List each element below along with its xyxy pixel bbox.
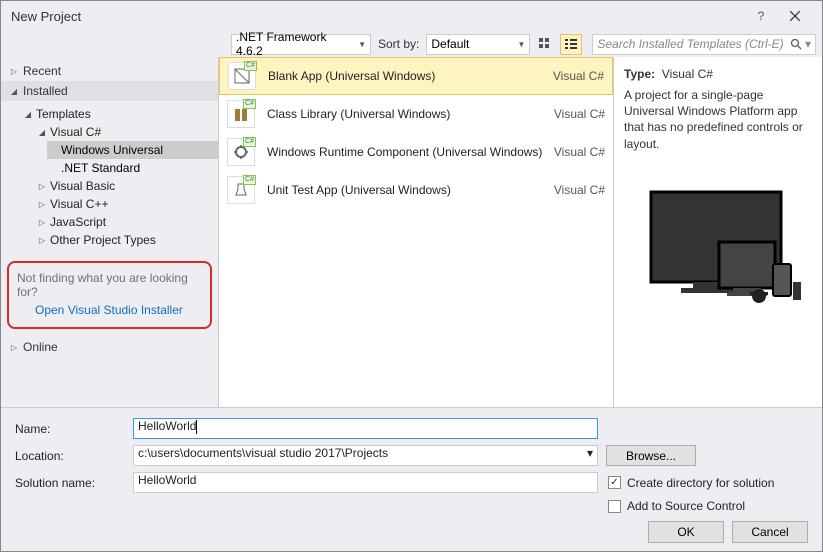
framework-value: .NET Framework 4.6.2 <box>236 30 354 58</box>
chevron-right-icon: ▷ <box>37 235 47 245</box>
checkbox-icon: ✓ <box>608 476 621 489</box>
type-line: Type: Visual C# <box>624 67 812 81</box>
solution-name-label: Solution name: <box>15 476 133 490</box>
bottom-panel: Name: HelloWorld Location: c:\users\docu… <box>1 407 822 551</box>
section-installed[interactable]: ◢ Installed <box>1 81 218 101</box>
tree-vb[interactable]: ▷Visual Basic <box>33 177 218 195</box>
tree-csharp[interactable]: ◢ Visual C# <box>33 123 218 141</box>
view-list-button[interactable] <box>560 34 582 55</box>
chevron-right-icon: ▷ <box>9 66 19 76</box>
installer-callout: Not finding what you are looking for? Op… <box>7 261 212 329</box>
chevron-right-icon: ▷ <box>9 342 19 352</box>
new-project-dialog: New Project ? .NET Framework 4.6.2 ▼ Sor… <box>0 0 823 552</box>
template-unit-test[interactable]: C# Unit Test App (Universal Windows) Vis… <box>219 171 613 209</box>
tree-windows-universal[interactable]: Windows Universal <box>47 141 218 159</box>
chevron-down-icon: ◢ <box>37 127 47 137</box>
preview-image <box>624 182 812 322</box>
chevron-down-icon: ▾ <box>587 446 593 465</box>
tree-net-standard[interactable]: .NET Standard <box>47 159 218 177</box>
location-label: Location: <box>15 449 133 463</box>
template-runtime-component[interactable]: C# Windows Runtime Component (Universal … <box>219 133 613 171</box>
sortby-value: Default <box>431 37 513 51</box>
tree-other[interactable]: ▷Other Project Types <box>33 231 218 249</box>
template-icon: C# <box>228 62 256 90</box>
chevron-right-icon: ▷ <box>37 199 47 209</box>
templates-tree: ◢ Templates ◢ Visual C# Windows Universa… <box>1 101 218 253</box>
titlebar: New Project ? <box>1 1 822 31</box>
not-finding-text: Not finding what you are looking for? <box>17 271 202 299</box>
add-source-control-checkbox[interactable]: Add to Source Control <box>608 499 808 513</box>
window-title: New Project <box>11 9 744 24</box>
create-directory-checkbox[interactable]: ✓ Create directory for solution <box>608 476 808 490</box>
template-class-library[interactable]: C# Class Library (Universal Windows) Vis… <box>219 95 613 133</box>
chevron-down-icon: ▾ <box>805 37 811 51</box>
framework-dropdown[interactable]: .NET Framework 4.6.2 ▼ <box>231 34 371 55</box>
search-icon <box>790 38 802 50</box>
template-icon: C# <box>227 176 255 204</box>
chevron-down-icon: ◢ <box>23 109 33 119</box>
template-icon: C# <box>227 100 255 128</box>
search-input[interactable]: Search Installed Templates (Ctrl-E) ▾ <box>592 34 816 55</box>
search-placeholder: Search Installed Templates (Ctrl-E) <box>597 37 790 51</box>
details-pane: Type: Visual C# A project for a single-p… <box>614 57 822 407</box>
name-label: Name: <box>15 422 133 436</box>
sortby-dropdown[interactable]: Default ▼ <box>426 34 530 55</box>
sidebar: ▷ Recent ◢ Installed ◢ Templates ◢ Visua… <box>1 57 219 407</box>
help-button[interactable]: ? <box>744 3 778 29</box>
solution-name-input[interactable]: HelloWorld <box>133 472 598 493</box>
chevron-down-icon: ▼ <box>517 40 525 49</box>
chevron-down-icon: ▼ <box>358 40 366 49</box>
open-installer-link[interactable]: Open Visual Studio Installer <box>17 303 202 317</box>
tree-templates[interactable]: ◢ Templates <box>19 105 218 123</box>
template-blank-app[interactable]: C# Blank App (Universal Windows) Visual … <box>219 57 613 95</box>
section-online[interactable]: ▷ Online <box>1 337 218 357</box>
location-dropdown[interactable]: c:\users\documents\visual studio 2017\Pr… <box>133 445 598 466</box>
checkbox-icon <box>608 500 621 513</box>
view-small-icons-button[interactable] <box>534 34 556 55</box>
main-area: ▷ Recent ◢ Installed ◢ Templates ◢ Visua… <box>1 57 822 407</box>
name-input[interactable]: HelloWorld <box>133 418 598 439</box>
tree-js[interactable]: ▷JavaScript <box>33 213 218 231</box>
chevron-down-icon: ◢ <box>9 86 19 96</box>
browse-button[interactable]: Browse... <box>606 445 696 466</box>
section-recent[interactable]: ▷ Recent <box>1 61 218 81</box>
description-text: A project for a single-page Universal Wi… <box>624 87 812 152</box>
chevron-right-icon: ▷ <box>37 217 47 227</box>
chevron-right-icon: ▷ <box>37 181 47 191</box>
template-icon: C# <box>227 138 255 166</box>
template-list: C# Blank App (Universal Windows) Visual … <box>219 57 614 407</box>
sortby-label: Sort by: <box>378 37 419 51</box>
toolbar: .NET Framework 4.6.2 ▼ Sort by: Default … <box>1 31 822 57</box>
cancel-button[interactable]: Cancel <box>732 521 808 543</box>
ok-button[interactable]: OK <box>648 521 724 543</box>
close-button[interactable] <box>778 3 812 29</box>
tree-cpp[interactable]: ▷Visual C++ <box>33 195 218 213</box>
